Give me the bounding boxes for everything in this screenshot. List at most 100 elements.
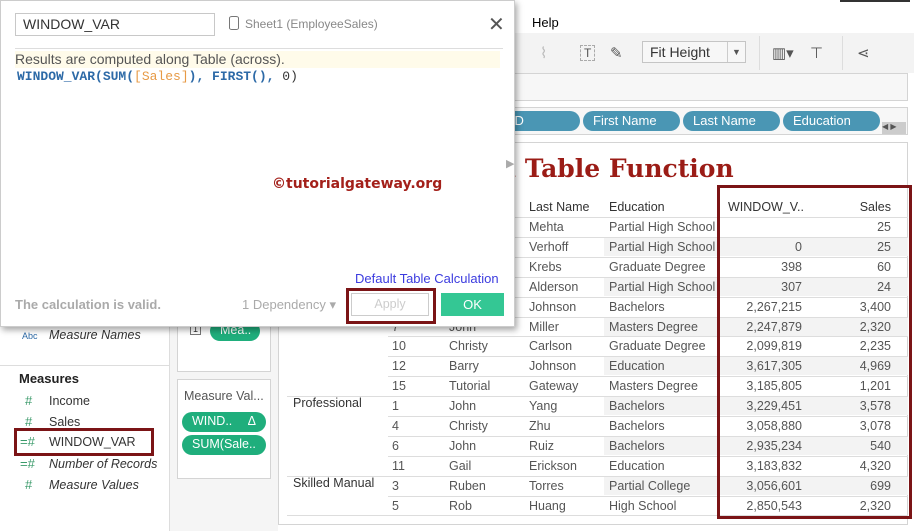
highlight-box: [346, 288, 436, 324]
fit-value: Fit Height: [650, 44, 710, 60]
header-education[interactable]: Education: [609, 197, 665, 217]
field-income[interactable]: Income: [49, 394, 90, 408]
cell-first-name: Christy: [449, 339, 488, 354]
validation-status: The calculation is valid.: [15, 297, 161, 312]
attach-icon[interactable]: ⌇: [540, 44, 547, 62]
cell-education: Graduate Degree: [609, 339, 706, 354]
field-measure-values[interactable]: Measure Values: [49, 478, 139, 492]
cell-education: Bachelors: [609, 299, 665, 314]
cell-last-name: Carlson: [529, 339, 573, 354]
pill-first-name[interactable]: First Name: [583, 111, 680, 131]
cards-pane: 1 Mea.. Measure Val... WIND.. Δ SUM(Sale.…: [170, 320, 278, 531]
dependency-dropdown[interactable]: 1 Dependency ▾: [242, 297, 336, 313]
cell-id: 11: [392, 458, 405, 473]
cell-education: Bachelors: [609, 419, 665, 433]
watermark: ©tutorialgateway.org: [272, 176, 443, 192]
measure-icon: #: [25, 414, 33, 429]
measure-icon: #: [25, 393, 33, 408]
measure-values-card: Measure Val... WIND.. Δ SUM(Sale..: [177, 379, 271, 479]
calculation-dialog: WINDOW_VAR Sheet1 (EmployeeSales) ✕ Resu…: [0, 0, 515, 327]
cell-education: Partial High School: [609, 220, 716, 234]
formula-function: ), FIRST(),: [188, 69, 283, 84]
cell-id: 3: [392, 478, 399, 493]
datasource-label: Sheet1 (EmployeeSales): [245, 17, 378, 31]
expand-arrow-icon[interactable]: ▶: [506, 157, 514, 170]
field-measure-names[interactable]: Measure Names: [49, 328, 141, 342]
cell-first-name: John: [449, 399, 477, 414]
sheet-title: u Table Function: [498, 154, 734, 183]
divider: [842, 36, 843, 70]
cell-first-name: Tutorial: [449, 379, 491, 394]
divider: [759, 36, 760, 70]
presentation-icon[interactable]: ⊤: [810, 44, 823, 62]
formula-editor[interactable]: WINDOW_VAR(SUM([Sales]), FIRST(), 0): [17, 69, 298, 84]
divider: [15, 48, 503, 49]
default-table-calculation-link[interactable]: Default Table Calculation: [355, 271, 499, 286]
cell-last-name: Mehta: [529, 220, 564, 234]
cell-first-name: Ruben: [449, 478, 486, 493]
datasource-icon: [229, 16, 239, 30]
measure-icon: =#: [20, 456, 35, 471]
computed-along-note: Results are computed along Table (across…: [15, 51, 500, 68]
cell-last-name: Verhoff: [529, 239, 569, 254]
close-icon[interactable]: ✕: [488, 12, 505, 37]
cell-education: Partial College: [609, 478, 691, 493]
row-group: Professional: [293, 396, 362, 411]
cell-last-name: Erickson: [529, 458, 577, 473]
cell-first-name: Rob: [449, 498, 472, 513]
cell-last-name: Johnson: [529, 359, 577, 374]
cell-education: Masters Degree: [609, 379, 698, 394]
cell-last-name: Alderson: [529, 279, 579, 294]
measure-icon: #: [25, 477, 33, 492]
cell-last-name: Ruiz: [529, 438, 555, 453]
cell-education: Bachelors: [609, 399, 665, 414]
formula-field: [Sales]: [134, 69, 189, 84]
text-icon[interactable]: T: [580, 45, 596, 61]
field-sales[interactable]: Sales: [49, 415, 80, 429]
cell-last-name: Zhu: [529, 419, 551, 433]
window-controls[interactable]: [840, 0, 910, 4]
ok-button[interactable]: OK: [441, 293, 504, 316]
shelf-scroll-arrows[interactable]: ◀ ▶: [882, 122, 906, 134]
cell-last-name: Gateway: [529, 379, 579, 394]
formula-paren: ): [290, 69, 298, 84]
pill-last-name[interactable]: Last Name: [683, 111, 780, 131]
cell-last-name: Huang: [529, 498, 566, 513]
cell-id: 15: [392, 379, 406, 394]
measures-heading: Measures: [19, 371, 79, 386]
cell-education: High School: [609, 498, 677, 513]
share-icon[interactable]: ⋖: [857, 44, 870, 62]
show-me-icon[interactable]: ▥▾: [772, 44, 794, 62]
pill-education[interactable]: Education: [783, 111, 880, 131]
abc-icon: Abc: [22, 331, 38, 341]
calculation-name-input[interactable]: WINDOW_VAR: [15, 13, 215, 36]
header-last-name[interactable]: Last Name: [529, 197, 589, 217]
cell-first-name: Gail: [449, 458, 472, 473]
row-group: Skilled Manual: [293, 475, 375, 490]
formula-number: 0: [282, 69, 291, 84]
cell-education: Masters Degree: [609, 319, 698, 334]
formula-function: WINDOW_VAR(SUM(: [17, 69, 135, 84]
field-number-of-records[interactable]: Number of Records: [49, 457, 157, 471]
cell-education: Graduate Degree: [609, 259, 706, 274]
divider: [0, 365, 170, 366]
cell-id: 1: [392, 399, 399, 414]
pin-icon[interactable]: ✎: [610, 44, 623, 62]
menu-help[interactable]: Help: [532, 15, 559, 30]
cell-education: Partial High School: [609, 239, 716, 254]
cell-education: Partial High School: [609, 279, 716, 294]
fit-select[interactable]: Fit Height ▼: [642, 41, 746, 63]
cell-id: 10: [392, 339, 406, 354]
highlight-box: [717, 185, 912, 519]
delta-icon: Δ: [247, 414, 256, 428]
window-var-pill[interactable]: WIND.. Δ: [182, 412, 266, 432]
highlight-box: [14, 428, 154, 456]
cell-id: 6: [392, 438, 399, 453]
cell-id: 12: [392, 359, 406, 374]
cell-first-name: Barry: [449, 359, 479, 374]
chevron-down-icon: ▼: [727, 42, 745, 62]
cell-first-name: Christy: [449, 419, 488, 433]
sum-sales-pill[interactable]: SUM(Sale..: [182, 435, 266, 455]
cell-id: 4: [392, 419, 399, 433]
cell-last-name: Torres: [529, 478, 564, 493]
